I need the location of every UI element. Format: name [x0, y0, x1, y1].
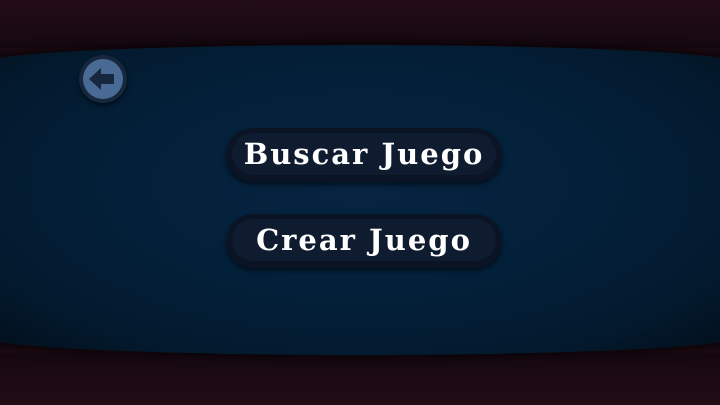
- search-game-label: Buscar Juego: [232, 133, 496, 175]
- back-button[interactable]: [79, 55, 127, 103]
- arrow-left-icon: [89, 68, 114, 90]
- bottom-bar: [0, 353, 720, 405]
- top-bar: [0, 0, 720, 48]
- create-game-label: Crear Juego: [232, 219, 496, 261]
- search-game-button[interactable]: Buscar Juego: [226, 128, 502, 182]
- create-game-button[interactable]: Crear Juego: [226, 214, 502, 268]
